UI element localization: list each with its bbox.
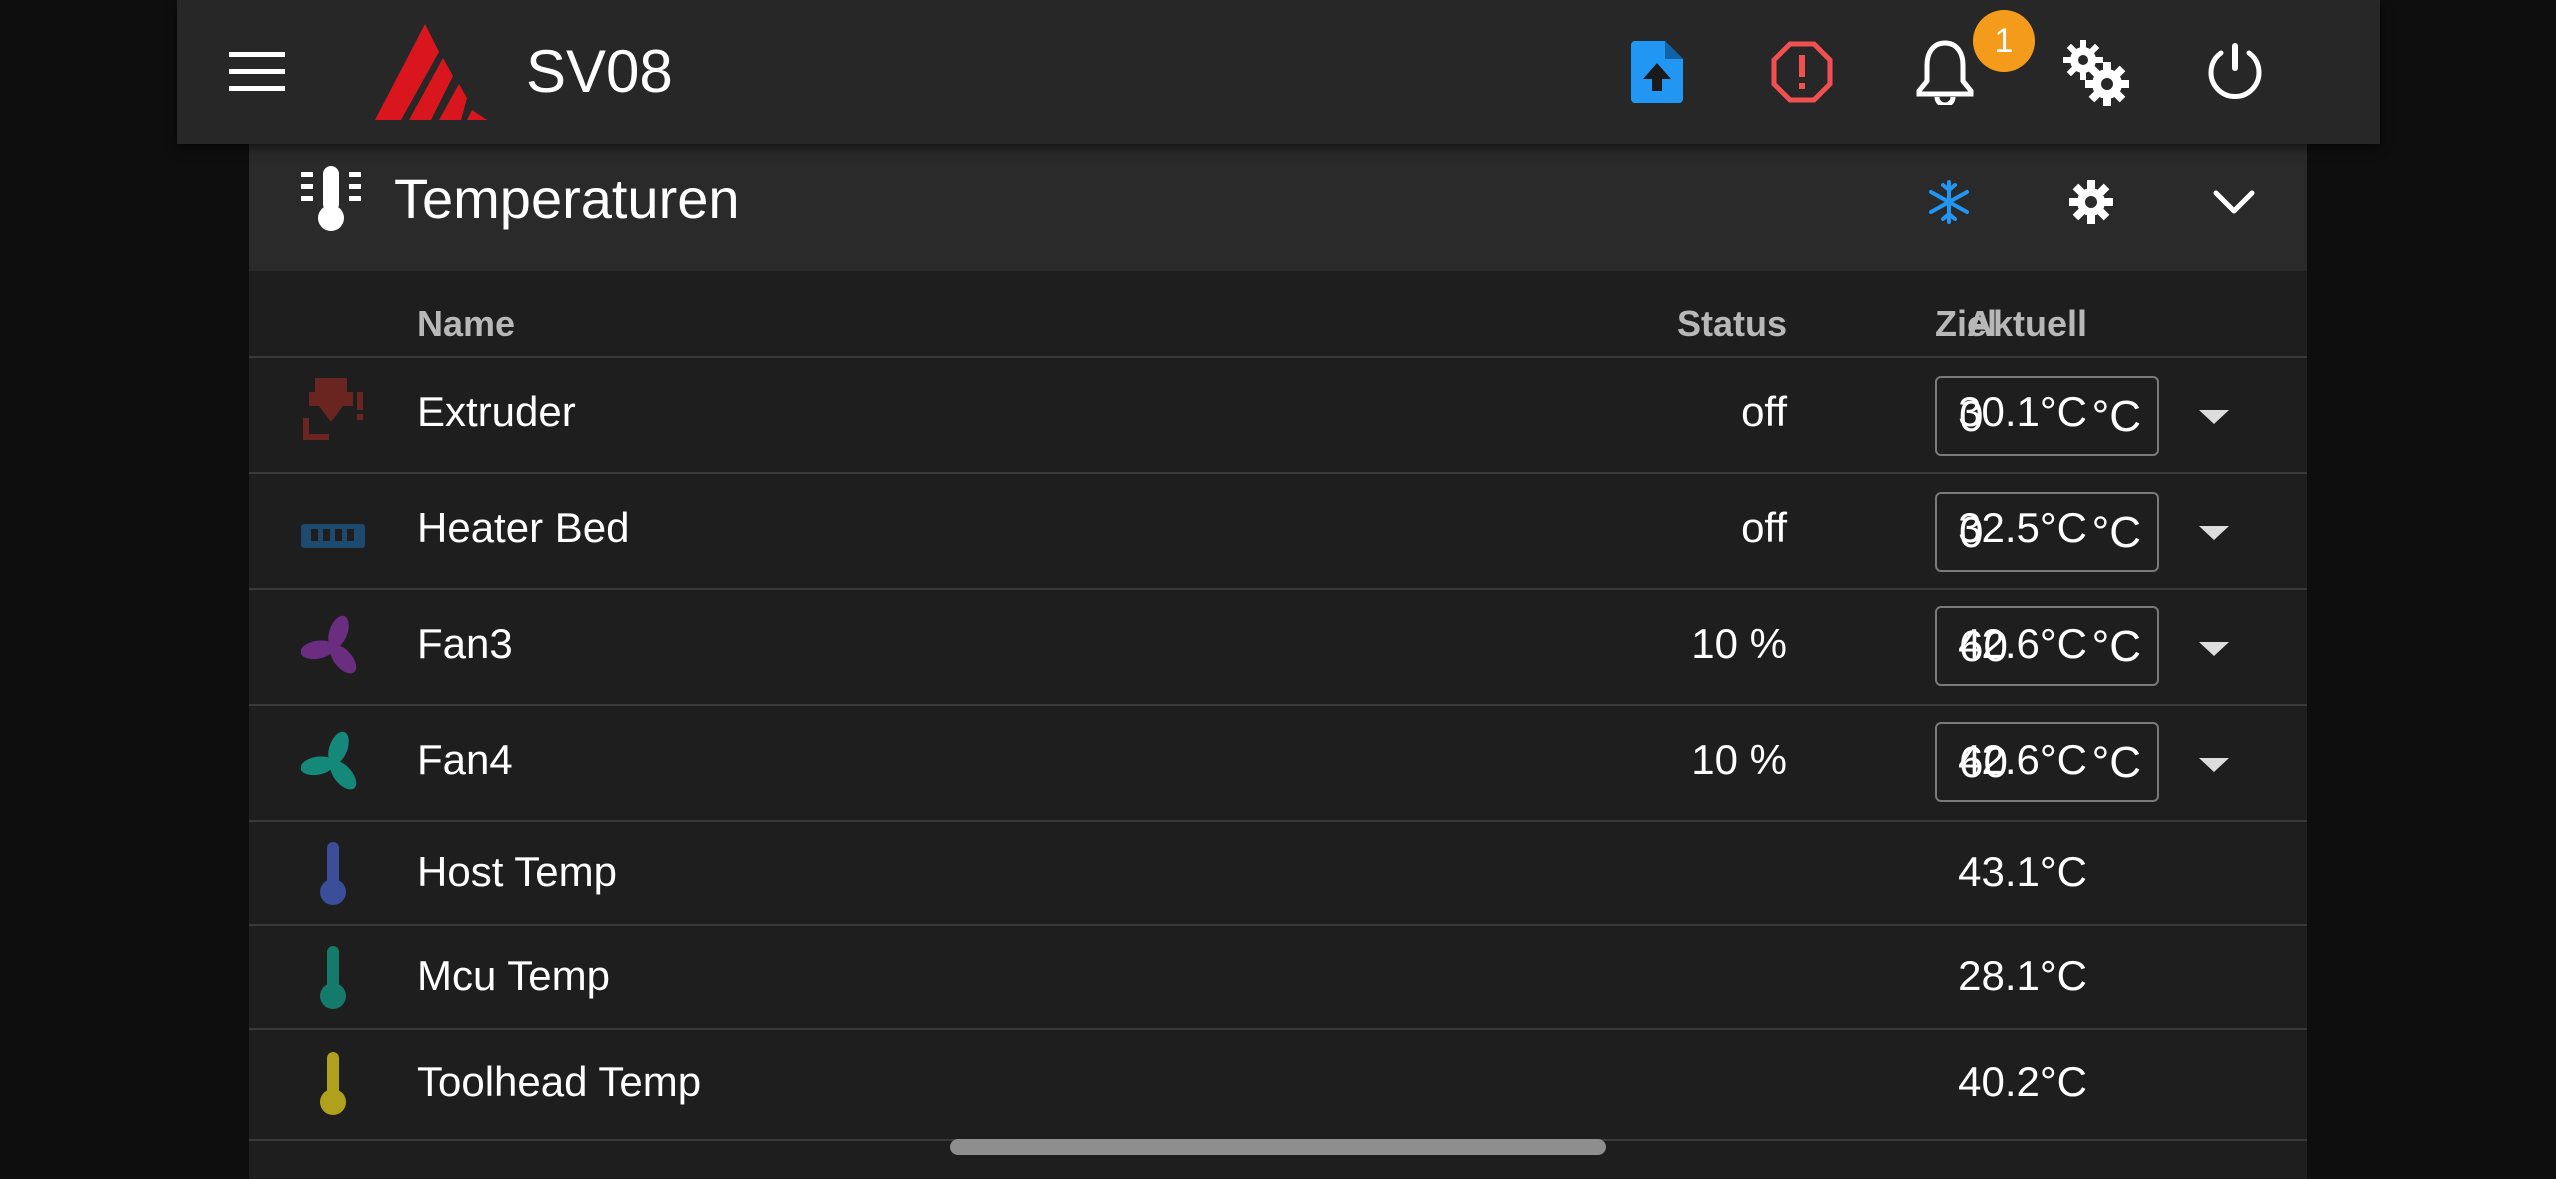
table-row: Fan4 10 % 42.6°C 60 °C [249,704,2307,822]
top-app-bar: SV08 1 [177,0,2380,144]
target-temp-unit: °C [2091,738,2141,787]
gear-icon[interactable] [2061,172,2121,232]
target-temp-input[interactable]: 0 °C [1935,492,2159,572]
target-temp-value[interactable]: 60 [1959,618,2008,676]
current-temp: 40.2°C [1958,1058,2087,1105]
target-temp-value[interactable]: 0 [1959,388,1983,446]
extruder-icon[interactable] [301,378,365,448]
power-icon[interactable] [2195,32,2275,112]
panel-header[interactable]: Temperaturen [249,144,2307,271]
target-temp-unit: °C [2091,508,2141,557]
sensor-name[interactable]: Heater Bed [417,504,629,552]
preset-dropdown-icon[interactable] [2189,628,2239,668]
chevron-down-icon[interactable] [2204,172,2264,232]
thermometer-icon[interactable] [301,838,365,908]
printer-name-title: SV08 [526,38,673,105]
table-row: Heater Bed off 32.5°C 0 °C [249,472,2307,590]
preset-dropdown-icon[interactable] [2189,512,2239,552]
heater-bed-icon[interactable] [301,498,365,568]
fan-icon[interactable] [300,728,365,798]
table-row: Mcu Temp 28.1°C [249,924,2307,1030]
sensor-name[interactable]: Mcu Temp [417,952,610,1000]
thermometer-icon[interactable] [301,942,365,1012]
menu-icon[interactable] [217,32,297,112]
notification-count-badge: 1 [1973,10,2035,72]
sensor-name[interactable]: Fan4 [417,736,513,784]
column-header-target[interactable]: Ziel [1935,294,1997,354]
sensor-name[interactable]: Extruder [417,388,576,436]
target-temp-value[interactable]: 0 [1959,504,1983,562]
panel-title: Temperaturen [394,167,740,230]
current-temp: 28.1°C [1958,952,2087,999]
target-temp-unit: °C [2091,622,2141,671]
file-upload-icon[interactable] [1617,32,1697,112]
horizontal-scrollbar[interactable] [950,1139,1606,1155]
table-row: Fan3 10 % 42.6°C 60 °C [249,588,2307,706]
table-row: Extruder off 30.1°C 0 °C [249,356,2307,474]
sensor-name[interactable]: Host Temp [417,848,617,896]
fan-speed-status: 10 % [1691,736,1787,783]
thermometer-lines-icon [301,166,361,232]
fan-icon[interactable] [300,612,365,682]
sensor-name[interactable]: Fan3 [417,620,513,668]
preset-dropdown-icon[interactable] [2189,396,2239,436]
target-temp-value[interactable]: 60 [1959,734,2008,792]
target-temp-unit: °C [2091,392,2141,441]
preset-dropdown-icon[interactable] [2189,744,2239,784]
thermometer-icon[interactable] [301,1048,365,1118]
snowflake-icon[interactable] [1919,172,1979,232]
printer-logo[interactable] [375,22,490,122]
current-temp: 43.1°C [1958,848,2087,895]
heater-status: off [1741,388,1787,435]
table-row: Toolhead Temp 40.2°C [249,1028,2307,1141]
target-temp-input[interactable]: 60 °C [1935,722,2159,802]
temperatures-panel: Temperaturen Name Status Aktuell Ziel Ex… [249,144,2307,1179]
sensor-name[interactable]: Toolhead Temp [417,1058,701,1106]
target-temp-input[interactable]: 0 °C [1935,376,2159,456]
column-header-status[interactable]: Status [1429,294,1787,354]
app-root: SV08 1 Temperaturen Name Status Aktuell … [0,0,2556,1179]
heater-status: off [1741,504,1787,551]
fan-speed-status: 10 % [1691,620,1787,667]
column-header-name[interactable]: Name [417,294,515,354]
target-temp-input[interactable]: 60 °C [1935,606,2159,686]
emergency-stop-icon[interactable] [1762,32,1842,112]
cogs-icon[interactable] [2050,32,2140,112]
table-row: Host Temp 43.1°C [249,820,2307,926]
